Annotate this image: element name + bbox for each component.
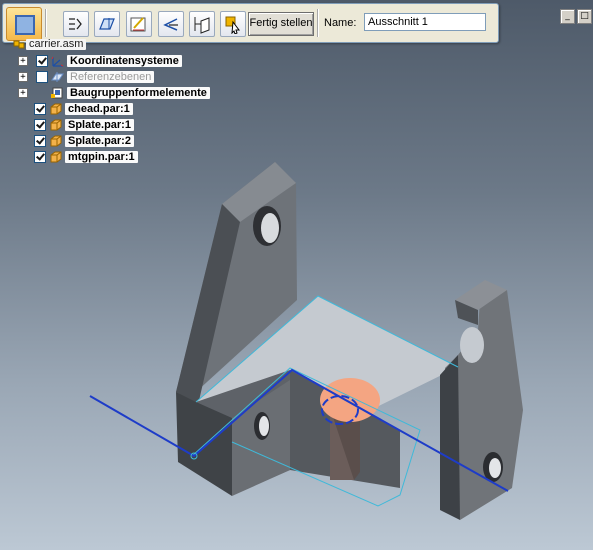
finish-button[interactable]: Fertig stellen [248,12,314,36]
minimize-icon[interactable]: _ [560,9,575,24]
tree-item-label: mtgpin.par:1 [65,150,138,163]
visibility-checkbox[interactable] [36,54,48,67]
tree-item-splate-1[interactable]: Splate.par:1 [18,118,134,131]
tree-item-label: Splate.par:2 [65,134,134,147]
part-icon [49,103,62,115]
tree-item-label: Splate.par:1 [65,118,134,131]
tree-item-baugruppenformelemente[interactable]: + Baugruppenformelemente [18,86,210,99]
tree-item-label: Koordinatensysteme [67,54,182,67]
window-controls: _ □ [560,9,593,24]
tree-item-splate-2[interactable]: Splate.par:2 [18,134,134,147]
select-parts-icon[interactable] [220,11,246,37]
section-name-input[interactable] [364,13,486,31]
visibility-checkbox[interactable] [34,150,46,163]
expand-spacer [18,105,26,113]
tree-item-label: Referenzebenen [67,70,155,83]
part-icon [49,135,62,147]
visibility-checkbox[interactable] [36,70,48,83]
expand-icon[interactable]: + [18,71,28,82]
maximize-icon[interactable]: □ [577,9,592,24]
name-label: Name: [324,17,357,29]
assembly-features-icon [51,87,64,99]
tree-item-label: Baugruppenformelemente [67,86,210,99]
part-icon [49,151,62,163]
part-icon [49,119,62,131]
right-upright-side [440,355,460,520]
tree-item-koordinatensysteme[interactable]: + Koordinatensysteme [18,54,182,67]
reference-plane-icon [51,71,64,83]
expand-icon[interactable]: + [18,55,28,66]
coordinate-system-icon [51,55,64,67]
section-command-bar: Fertig stellen Name: [2,3,499,43]
section-view-icon[interactable] [6,7,42,41]
tree-root[interactable]: carrier.asm [13,38,87,50]
reference-plane-icon[interactable] [94,11,120,37]
assembly-icon [13,38,26,50]
visibility-checkbox[interactable] [34,102,46,115]
tree-item-mtgpin[interactable]: mtgpin.par:1 [18,150,138,163]
tree-item-chead[interactable]: chead.par:1 [18,102,133,115]
sketch-profile-icon[interactable] [126,11,152,37]
expand-spacer [18,137,26,145]
toolbar-separator [45,9,47,37]
side-direction-icon[interactable] [158,11,184,37]
left-upright-hole-inner [261,213,279,243]
expand-spacer [18,121,26,129]
tree-item-label: chead.par:1 [65,102,133,115]
tree-item-referenzebenen[interactable]: + Referenzebenen [18,70,155,83]
toolbar-separator [317,9,319,37]
step-select-icon[interactable] [63,11,89,37]
visibility-checkbox[interactable] [34,134,46,147]
tree-root-label: carrier.asm [26,38,87,50]
visibility-checkbox[interactable] [34,118,46,131]
expand-icon[interactable]: + [18,87,28,98]
extent-icon[interactable] [189,11,215,37]
expand-spacer [18,153,26,161]
